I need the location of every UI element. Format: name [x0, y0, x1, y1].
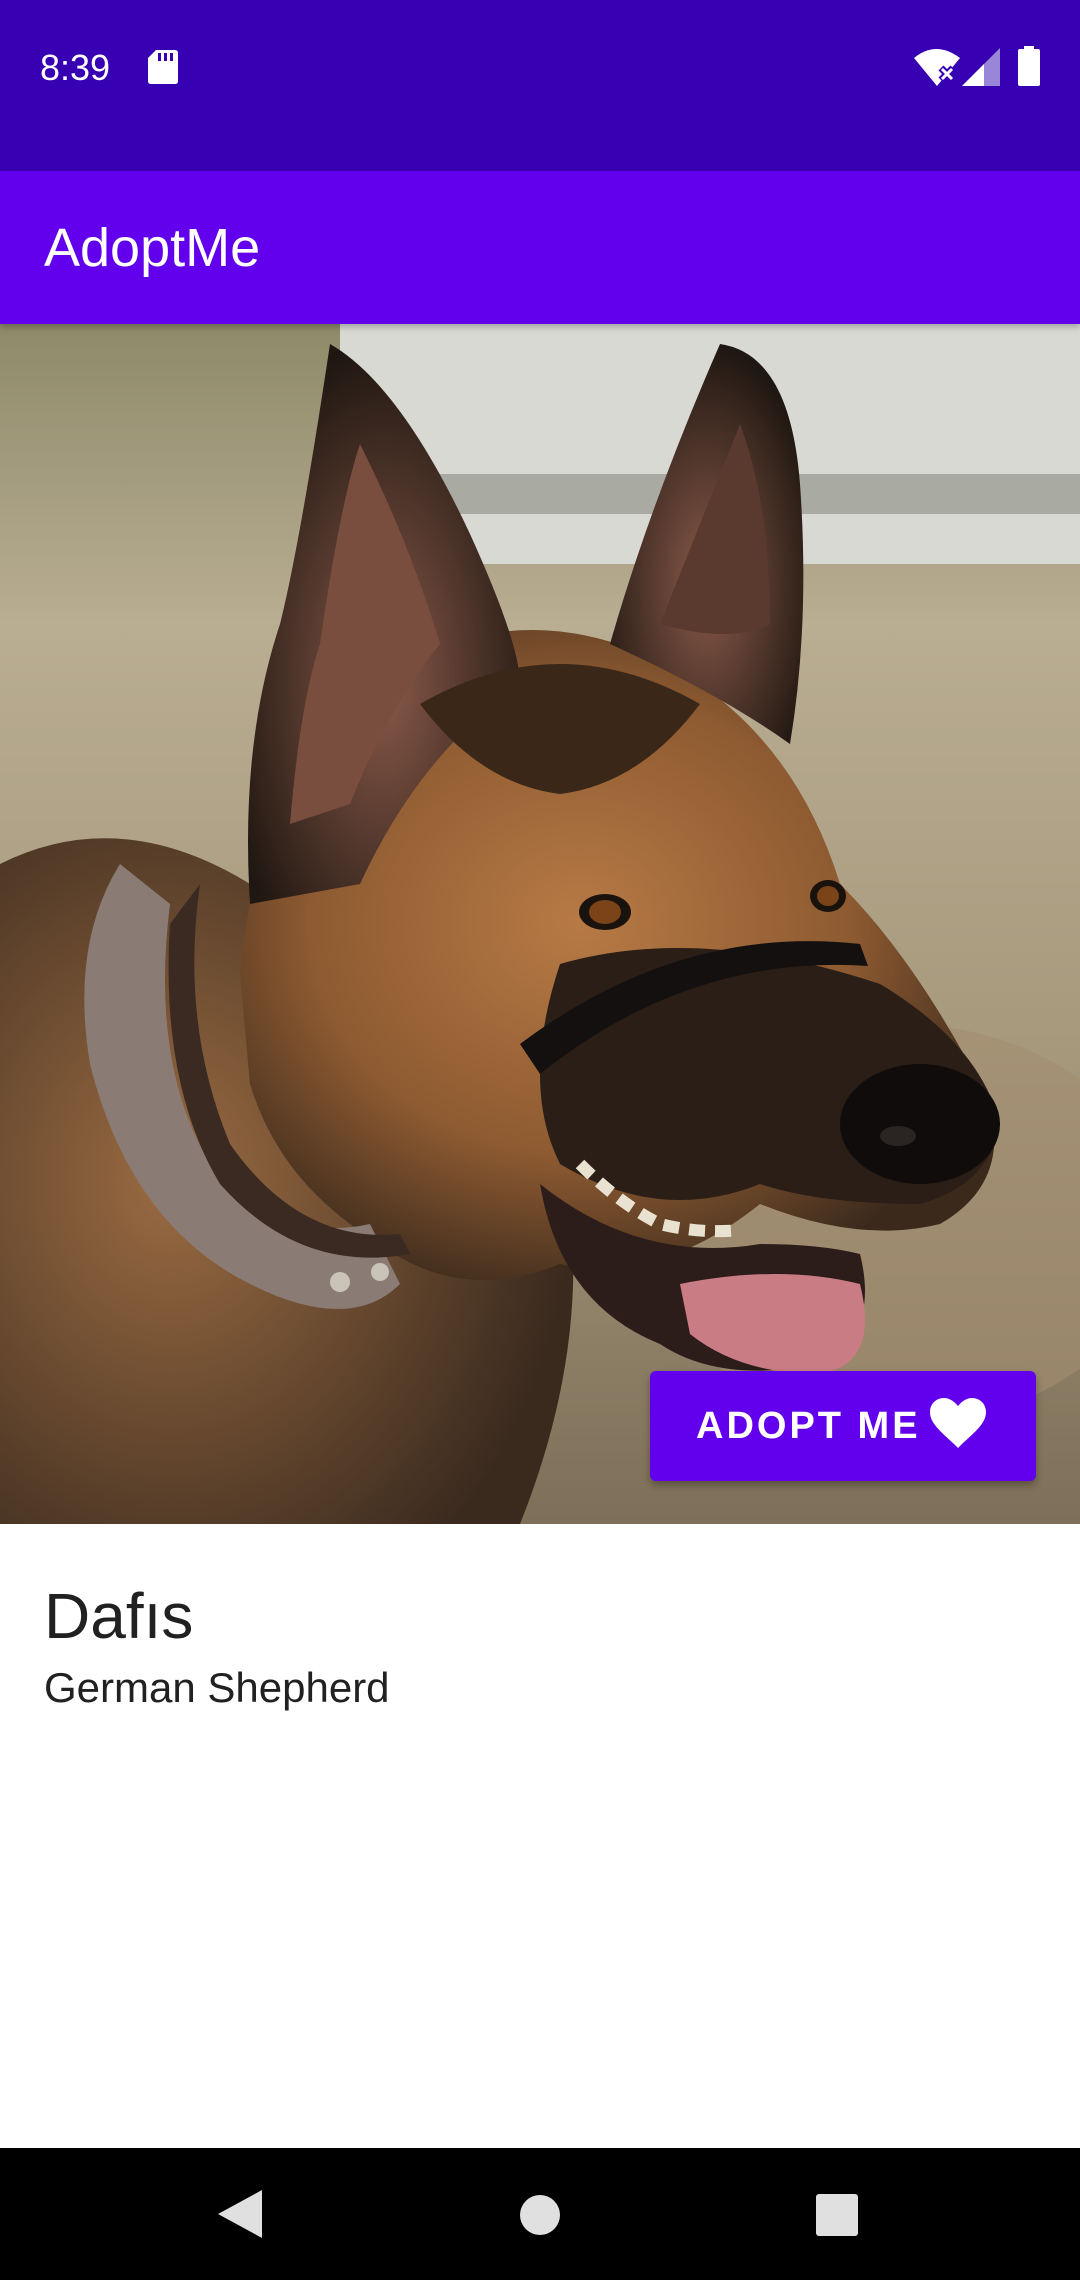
pet-name: Dafıs: [44, 1580, 194, 1652]
battery-icon: [1018, 46, 1040, 86]
sd-card-icon: [148, 50, 178, 84]
back-icon[interactable]: [218, 2190, 262, 2238]
home-icon[interactable]: [519, 2194, 561, 2236]
navigation-bar: [0, 2148, 1080, 2280]
german-shepherd-photo: [0, 324, 1080, 1524]
wifi-off-icon: [914, 49, 960, 86]
status-time: 8:39: [40, 47, 111, 88]
recents-icon[interactable]: [816, 2194, 858, 2236]
adopt-me-button[interactable]: ADOPT ME: [650, 1371, 1036, 1481]
pet-detail-screen: 8:39 AdoptMe ADOPT ME Dafıs German Sheph…: [0, 0, 1080, 2280]
app-title: AdoptMe: [44, 218, 261, 278]
app-bar: AdoptMe: [0, 171, 1080, 324]
adopt-me-label: ADOPT ME: [696, 1405, 921, 1447]
status-bar: 8:39: [0, 0, 1080, 171]
heart-icon: [930, 1398, 986, 1448]
signal-icon: [962, 48, 1000, 86]
pet-photo: [0, 324, 1080, 1524]
pet-breed: German Shepherd: [44, 1664, 390, 1711]
